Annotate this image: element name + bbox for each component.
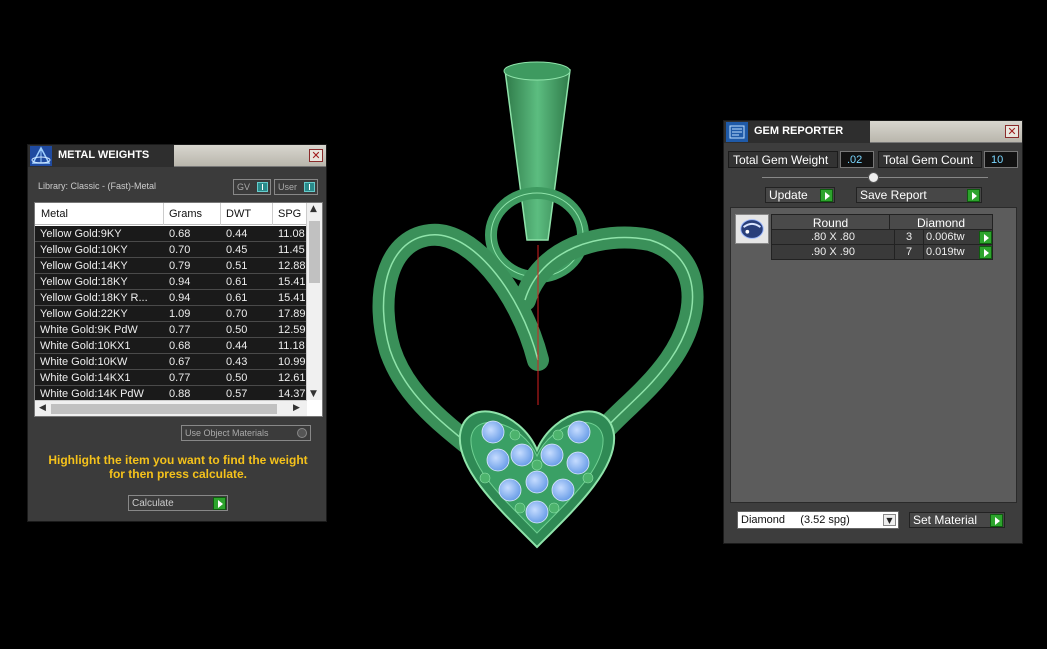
scroll-thumb[interactable] (309, 221, 320, 283)
toggle-knob-icon (304, 182, 315, 192)
save-report-button[interactable]: Save Report (856, 187, 982, 203)
gem-shape-header: Round (771, 214, 890, 230)
close-icon[interactable]: ✕ (1005, 125, 1019, 138)
table-row[interactable]: Yellow Gold:14KY 0.79 0.51 12.88 (35, 258, 307, 274)
vertical-scrollbar[interactable]: ▲ ▼ (306, 203, 322, 400)
play-arrow-icon (213, 497, 226, 510)
table-row[interactable]: Yellow Gold:18KY R... 0.94 0.61 15.41 (35, 290, 307, 306)
scroll-right-icon[interactable]: ▶ (293, 403, 300, 413)
table-row[interactable]: White Gold:14KX1 0.77 0.50 12.61 (35, 370, 307, 386)
scroll-up-icon[interactable]: ▲ (310, 204, 317, 214)
bail-top (503, 61, 571, 81)
material-select[interactable]: Diamond (3.52 spg) ▼ (737, 511, 899, 529)
pendant-3d-viewport[interactable] (370, 60, 710, 560)
total-gem-count-label: Total Gem Count (878, 151, 982, 168)
horizontal-scrollbar[interactable]: ◀ ▶ (35, 400, 307, 416)
instruction-line: Highlight the item you want to find the … (48, 453, 308, 467)
gem-material-header: Diamond (889, 214, 993, 230)
slider-handle[interactable] (868, 172, 879, 183)
play-arrow-icon (990, 514, 1003, 527)
table-row[interactable]: White Gold:9K PdW 0.77 0.50 12.59 (35, 322, 307, 338)
table-row[interactable]: White Gold:10KW 0.67 0.43 10.99 (35, 354, 307, 370)
table-row[interactable]: White Gold:10KX1 0.68 0.44 11.18 (35, 338, 307, 354)
library-label: Library: Classic - (Fast)-Metal (38, 181, 157, 191)
scroll-left-icon[interactable]: ◀ (39, 403, 46, 413)
col-grams[interactable]: Grams (169, 208, 202, 220)
gem-weight: 0.006tw (923, 229, 993, 245)
gem-weight-text: 0.019tw (926, 246, 965, 258)
total-gem-count-value: 10 (984, 151, 1018, 168)
gem-count: 3 (894, 229, 924, 245)
instruction-line: for then press calculate. (108, 467, 248, 481)
total-gem-weight-value: .02 (840, 151, 874, 168)
metal-weights-titlebar[interactable]: METAL WEIGHTS ✕ (28, 145, 326, 167)
gv-toggle-label: GV (237, 182, 251, 192)
table-rows: Yellow Gold:9KY 0.68 0.44 11.08 Yellow Gold… (35, 226, 307, 402)
gem-reporter-panel: GEM REPORTER ✕ Total Gem Weight .02 Tota… (723, 120, 1023, 544)
gem-size: .90 X .90 (771, 244, 895, 260)
gem-count: 7 (894, 244, 924, 260)
user-toggle-label: User (278, 182, 298, 192)
toggle-knob-icon (257, 182, 268, 192)
calculate-button[interactable]: Calculate (128, 495, 228, 511)
update-label: Update (769, 188, 808, 202)
save-report-label: Save Report (860, 188, 927, 202)
gem-list-area: Round Diamond .80 X .80 3 0.006tw .90 X … (730, 207, 1017, 503)
play-arrow-icon (967, 189, 980, 202)
gem-reporter-titlebar[interactable]: GEM REPORTER ✕ (724, 121, 1022, 143)
col-spg[interactable]: SPG (278, 208, 301, 220)
radio-icon[interactable] (297, 428, 307, 438)
scroll-down-icon[interactable]: ▼ (310, 389, 317, 399)
close-icon[interactable]: ✕ (309, 149, 323, 162)
use-object-materials-label: Use Object Materials (185, 428, 269, 438)
metal-table: Metal Grams DWT SPG Yellow Gold:9KY 0.68 0… (34, 202, 323, 417)
instruction-text: Highlight the item you want to find the … (38, 453, 318, 481)
use-object-materials-toggle[interactable]: Use Object Materials (181, 425, 311, 441)
calculate-label: Calculate (132, 498, 174, 509)
material-select-value: Diamond (3.52 spg) (741, 514, 850, 526)
col-dwt[interactable]: DWT (226, 208, 251, 220)
set-material-button[interactable]: Set Material (909, 512, 1005, 528)
user-toggle[interactable]: User (274, 179, 318, 195)
table-row[interactable]: Yellow Gold:9KY 0.68 0.44 11.08 (35, 226, 307, 242)
table-row[interactable]: Yellow Gold:10KY 0.70 0.45 11.45 (35, 242, 307, 258)
scroll-thumb[interactable] (51, 404, 277, 414)
update-button[interactable]: Update (765, 187, 835, 203)
report-logo-icon (726, 122, 748, 142)
play-arrow-icon (820, 189, 833, 202)
metal-weights-panel: METAL WEIGHTS ✕ Library: Classic - (Fast… (27, 144, 327, 522)
round-gem-icon[interactable] (735, 214, 769, 244)
gem-weight: 0.019tw (923, 244, 993, 260)
gem-weight-text: 0.006tw (926, 231, 965, 243)
table-row[interactable]: Yellow Gold:18KY 0.94 0.61 15.41 (35, 274, 307, 290)
table-header: Metal Grams DWT SPG (35, 203, 307, 225)
col-metal[interactable]: Metal (41, 208, 68, 220)
play-arrow-icon[interactable] (979, 231, 992, 244)
pyramid-logo-icon (30, 146, 52, 166)
table-row[interactable]: Yellow Gold:22KY 1.09 0.70 17.89 (35, 306, 307, 322)
bail-shape (504, 64, 571, 241)
play-arrow-icon[interactable] (979, 246, 992, 259)
chevron-down-icon[interactable]: ▼ (883, 514, 896, 526)
set-material-label: Set Material (913, 513, 978, 527)
gv-toggle[interactable]: GV (233, 179, 271, 195)
total-gem-weight-label: Total Gem Weight (728, 151, 838, 168)
gem-size: .80 X .80 (771, 229, 895, 245)
